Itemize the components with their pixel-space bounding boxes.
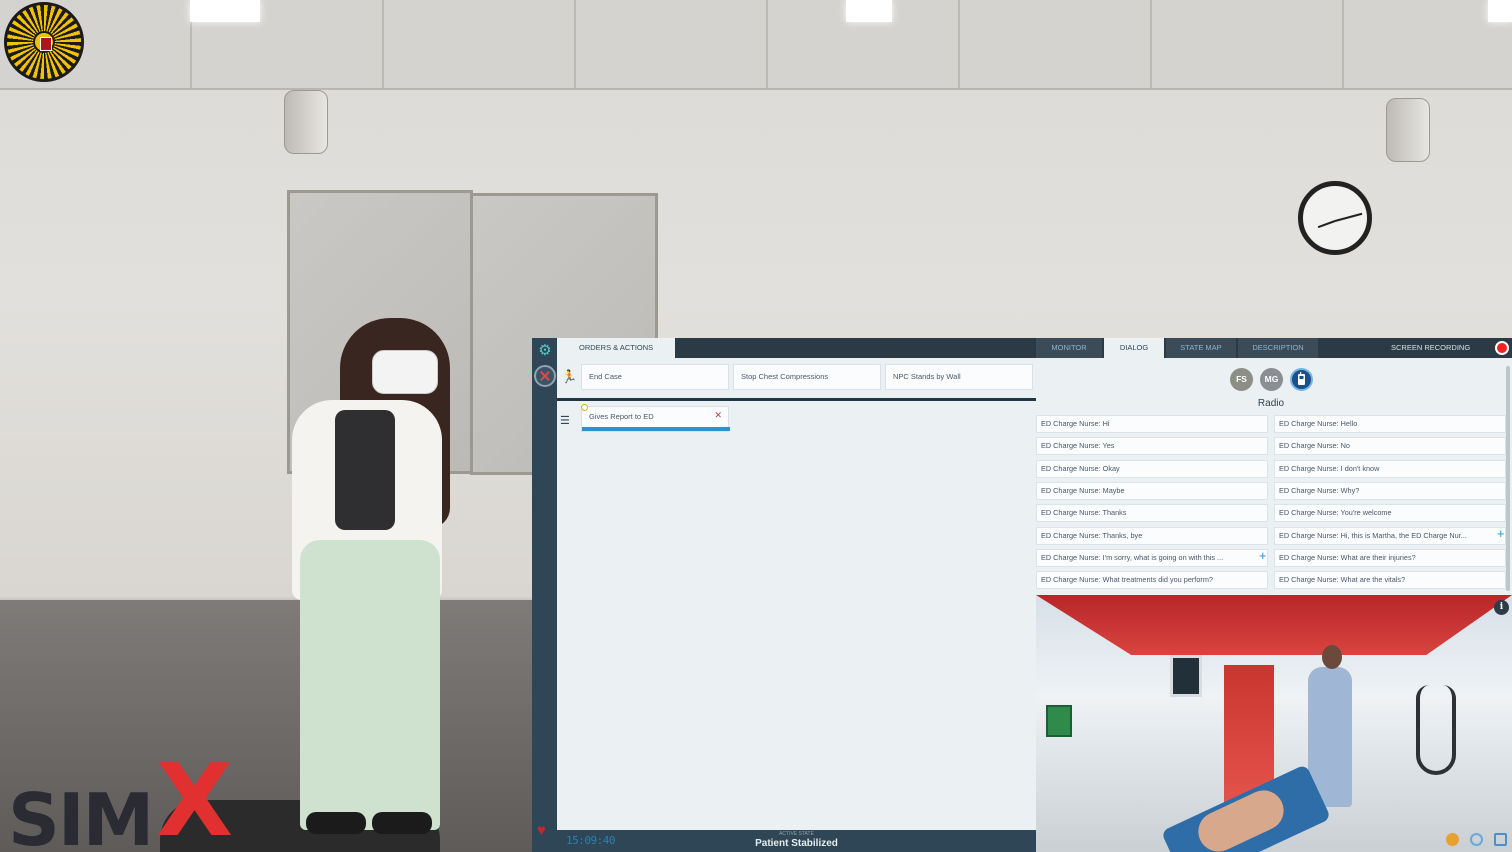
ambulance-scene-view[interactable]: i <box>1036 595 1512 852</box>
dialog-scrollbar[interactable] <box>1506 366 1510 591</box>
dialog-target-title: Radio <box>1257 398 1285 409</box>
actions-row: 🏃 End Case Stop Chest Compressions NPC S… <box>557 360 1036 396</box>
stop-chest-compressions-button[interactable]: Stop Chest Compressions <box>733 364 881 390</box>
expand-plus-icon[interactable]: + <box>1497 527 1505 541</box>
wall-edge <box>0 88 1512 90</box>
tab-dialog[interactable]: DIALOG <box>1104 338 1164 358</box>
orders-panel: ORDERS & ACTIONS 🏃 End Case Stop Chest C… <box>557 338 1036 852</box>
orders-tabbar: ORDERS & ACTIONS <box>557 338 1036 358</box>
task-label: Gives Report to ED <box>589 412 654 421</box>
university-logo <box>4 2 84 82</box>
dialog-option[interactable]: ED Charge Nurse: What are the vitals? <box>1274 571 1506 590</box>
dialog-option[interactable]: ED Charge Nurse: I don't know <box>1274 459 1506 478</box>
defibrillator <box>1046 705 1072 737</box>
dialog-option[interactable]: ED Charge Nurse: You're welcome <box>1274 504 1506 523</box>
left-rail: ⚙ ♥ <box>532 338 557 852</box>
tab-description[interactable]: DESCRIPTION <box>1238 338 1318 358</box>
dialog-option[interactable]: ED Charge Nurse: Okay <box>1036 459 1268 478</box>
expand-plus-icon[interactable]: + <box>1259 549 1267 563</box>
dialog-option[interactable]: ED Charge Nurse: Thanks <box>1036 504 1268 523</box>
ceiling-light <box>190 0 260 22</box>
heart-icon: ♥ <box>537 822 546 839</box>
close-icon[interactable]: ✕ <box>714 410 722 421</box>
person-pants <box>300 540 440 830</box>
logo-shield <box>40 37 52 51</box>
dialog-option[interactable]: ED Charge Nurse: Hello <box>1274 415 1506 433</box>
avatar-fs[interactable]: FS <box>1230 368 1253 391</box>
dialog-option[interactable]: ED Charge Nurse: What treatments did you… <box>1036 571 1268 590</box>
simx-logo-text: SIM <box>8 778 154 852</box>
npc-paramedic-head <box>1322 645 1342 669</box>
end-case-button[interactable]: End Case <box>581 364 729 390</box>
tab-monitor[interactable]: MONITOR <box>1036 338 1102 358</box>
fullscreen-icon[interactable] <box>1494 833 1507 846</box>
ceiling-light <box>1488 0 1512 22</box>
radio-glyph <box>1298 372 1305 385</box>
logo-center <box>33 31 55 53</box>
dialog-option[interactable]: ED Charge Nurse: Hi <box>1036 415 1268 433</box>
right-panel: MONITOR DIALOG STATE MAP DESCRIPTION SCR… <box>1036 338 1512 852</box>
person-shoe <box>306 812 366 834</box>
dialog-option[interactable]: ED Charge Nurse: Why? <box>1274 481 1506 500</box>
screen-recording-label: SCREEN RECORDING <box>1391 343 1471 352</box>
right-tabbar: MONITOR DIALOG STATE MAP DESCRIPTION SCR… <box>1036 338 1512 358</box>
dialog-option[interactable]: ED Charge Nurse: Yes <box>1036 437 1268 456</box>
avatar-mg[interactable]: MG <box>1260 368 1283 391</box>
checklist-icon: ☰ <box>560 415 570 427</box>
clock-minute-hand <box>1334 212 1363 222</box>
ceiling-light <box>846 0 892 22</box>
wall-clock <box>1298 181 1372 255</box>
dialog-option[interactable]: ED Charge Nurse: Hi, this is Martha, the… <box>1274 526 1506 545</box>
orders-divider <box>557 398 1036 401</box>
tab-state-map[interactable]: STATE MAP <box>1166 338 1236 358</box>
dialog-option[interactable]: ED Charge Nurse: No <box>1274 437 1506 456</box>
undo-icon[interactable] <box>1470 833 1483 846</box>
npc-stands-by-wall-button[interactable]: NPC Stands by Wall <box>885 364 1033 390</box>
active-state-caption: ACTIVE STATE <box>779 831 814 837</box>
radio-icon[interactable] <box>1290 368 1313 391</box>
clock-hour-hand <box>1317 220 1336 229</box>
simx-app-window: ⚙ ♥ ORDERS & ACTIONS 🏃 End Case Stop Che… <box>532 338 1512 852</box>
control-dot-icon[interactable] <box>1446 833 1459 846</box>
stethoscope <box>1416 685 1456 775</box>
task-status-dot <box>581 404 588 411</box>
person-shoe <box>372 812 432 834</box>
stop-case-icon[interactable] <box>534 365 556 387</box>
tab-orders-actions[interactable]: ORDERS & ACTIONS <box>557 338 675 358</box>
active-state-value: Patient Stabilized <box>755 838 838 849</box>
dialog-option[interactable]: ED Charge Nurse: Thanks, bye <box>1036 526 1268 545</box>
dialog-option[interactable]: ED Charge Nurse: I'm sorry, what is goin… <box>1036 548 1268 567</box>
record-icon[interactable] <box>1495 341 1509 355</box>
gear-icon[interactable]: ⚙ <box>536 342 554 360</box>
info-icon[interactable]: i <box>1494 600 1509 615</box>
ambulance-ceiling <box>1036 595 1512 655</box>
task-card[interactable]: Gives Report to ED ✕ <box>581 404 730 432</box>
wall-speaker <box>1386 98 1430 162</box>
simx-logo-x: X <box>156 742 234 852</box>
vitals-monitor <box>1170 655 1202 697</box>
status-bar: 15:09:40 ACTIVE STATE Patient Stabilized <box>557 830 1036 852</box>
person-vest <box>335 410 395 530</box>
dialog-option[interactable]: ED Charge Nurse: Maybe <box>1036 481 1268 500</box>
vr-headset <box>372 350 438 394</box>
task-progress-bar <box>582 427 730 431</box>
wall-speaker <box>284 90 328 154</box>
running-person-icon: 🏃 <box>561 369 578 384</box>
dialog-option[interactable]: ED Charge Nurse: What are their injuries… <box>1274 548 1506 567</box>
